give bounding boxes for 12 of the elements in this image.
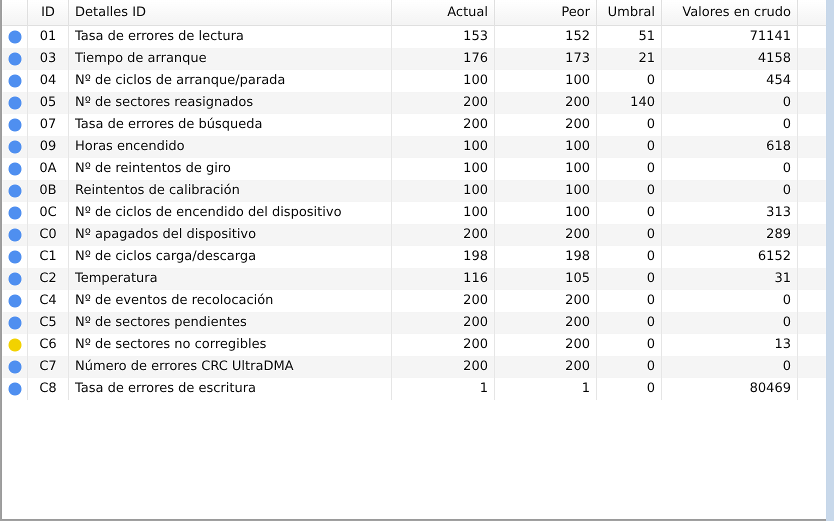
table-cell: C8 [28,378,69,400]
column-header[interactable]: Detalles ID [69,0,392,25]
table-cell: 80469 [662,378,798,400]
table-cell: Tasa de errores de escritura [69,378,392,400]
table-cell: 0 [597,378,662,400]
column-header[interactable]: Peor [495,0,597,25]
column-header[interactable]: Umbral [597,0,662,25]
column-header[interactable]: Valores en crudo [662,0,798,25]
table-cell: 1 [495,378,597,400]
table-cell: 1 [392,378,495,400]
column-header[interactable]: Actual [392,0,495,25]
column-header[interactable]: ID [28,0,69,25]
